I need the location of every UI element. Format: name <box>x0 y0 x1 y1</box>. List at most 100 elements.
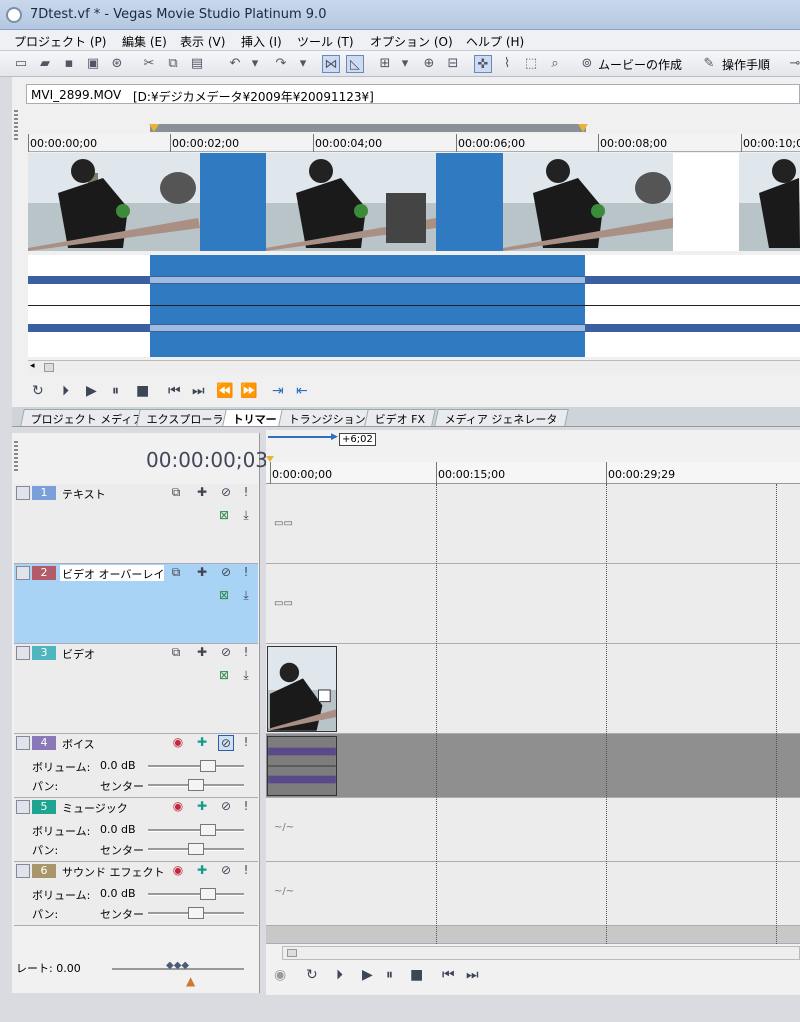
solo-icon[interactable]: ! <box>238 485 254 499</box>
timeline-track-row[interactable] <box>266 644 800 734</box>
tab-explorer[interactable]: エクスプローラ <box>136 409 235 426</box>
redo-dropdown-icon[interactable]: ▾ <box>294 55 312 73</box>
trimmer-video-strip[interactable] <box>28 153 800 251</box>
scroll-thumb[interactable] <box>44 363 54 372</box>
volume-slider-knob[interactable] <box>200 888 216 900</box>
properties-icon[interactable]: ⊛ <box>108 55 126 73</box>
snap-icon[interactable]: ⋈ <box>322 55 340 73</box>
composite-mode-icon[interactable]: ⊠ <box>216 588 232 602</box>
ignore-grouping-icon[interactable]: ⊟ <box>444 55 462 73</box>
track-collapse-icon[interactable] <box>16 486 30 500</box>
mute-icon[interactable]: ⊘ <box>218 645 234 659</box>
solo-icon[interactable]: ! <box>238 863 254 877</box>
undo-icon[interactable]: ↶ <box>226 55 244 73</box>
pause-icon[interactable]: ⏸ <box>112 383 119 399</box>
scroll-thumb[interactable] <box>287 949 297 957</box>
paste-icon[interactable]: ▤ <box>188 55 206 73</box>
loop-start-marker[interactable] <box>149 124 159 132</box>
rate-slider[interactable]: ◆◆◆ ▲ <box>112 960 244 988</box>
make-movie-button[interactable]: ムービーの作成 <box>598 56 682 73</box>
solo-icon[interactable]: ! <box>238 735 254 749</box>
track-header[interactable]: 5 ミュージック ◉ ✚ ⊘ ! ボリューム: 0.0 dB パン: センター <box>14 798 258 862</box>
more-tools-icon[interactable]: ⊸ <box>786 55 800 73</box>
timeline-horizontal-scrollbar[interactable] <box>282 946 800 960</box>
undo-dropdown-icon[interactable]: ▾ <box>246 55 264 73</box>
mute-icon[interactable]: ⊘ <box>218 863 234 877</box>
save-as-icon[interactable]: ▣ <box>84 55 102 73</box>
track-header[interactable]: 2 ビデオ オーバーレイ ⧉ ✚ ⊘ ! ⊠ ⤓ <box>14 564 258 644</box>
trimmer-loop-region-bar[interactable] <box>150 124 586 132</box>
timeline-track-row[interactable]: ~/~ <box>266 798 800 862</box>
video-clip-event[interactable] <box>267 646 337 732</box>
make-compositing-child-icon[interactable]: ⤓ <box>238 588 254 603</box>
ripple-dropdown-icon[interactable]: ▾ <box>396 55 414 73</box>
play-icon[interactable]: ▶ <box>362 967 373 983</box>
go-to-start-icon[interactable]: ⏮ <box>168 383 181 399</box>
mute-icon[interactable]: ⊘ <box>218 485 234 499</box>
envelope-tool-icon[interactable]: ⌇ <box>498 55 516 73</box>
track-fx-icon[interactable]: ✚ <box>194 565 210 579</box>
tab-project-media[interactable]: プロジェクト メディア <box>20 409 155 426</box>
pause-icon[interactable]: ⏸ <box>386 967 393 983</box>
composite-mode-icon[interactable]: ⊠ <box>216 668 232 682</box>
menu-tools[interactable]: ツール (T) <box>297 33 354 50</box>
ripple-edit-icon[interactable]: ⊞ <box>376 55 394 73</box>
track-header[interactable]: 6 サウンド エフェクト ◉ ✚ ⊘ ! ボリューム: 0.0 dB パン: セ… <box>14 862 258 926</box>
timeline-track-row[interactable]: ~/~ <box>266 862 800 926</box>
track-motion-icon[interactable]: ⧉ <box>168 645 184 660</box>
normal-edit-tool-icon[interactable]: ✜ <box>474 55 492 73</box>
volume-slider[interactable] <box>148 888 244 900</box>
save-icon[interactable]: ▪ <box>60 55 78 73</box>
volume-slider[interactable] <box>148 760 244 772</box>
record-arm-icon[interactable]: ◉ <box>170 863 186 877</box>
track-name[interactable]: ビデオ <box>60 645 164 661</box>
go-to-end-icon[interactable]: ⏭ <box>192 383 205 399</box>
guide-icon[interactable]: ✎ <box>700 55 718 73</box>
loop-playback-icon[interactable]: ↻ <box>32 383 44 399</box>
stop-icon[interactable]: ■ <box>410 967 423 983</box>
menu-options[interactable]: オプション (O) <box>370 33 453 50</box>
selection-tool-icon[interactable]: ⬚ <box>522 55 540 73</box>
volume-slider-knob[interactable] <box>200 824 216 836</box>
timeline-track-row[interactable]: ▭▭ <box>266 564 800 644</box>
solo-icon[interactable]: ! <box>238 645 254 659</box>
track-collapse-icon[interactable] <box>16 646 30 660</box>
track-header[interactable]: 1 テキスト ⧉ ✚ ⊘ ! ⊠ ⤓ <box>14 484 258 564</box>
add-to-timeline-end-icon[interactable]: ⇤ <box>296 383 308 399</box>
play-icon[interactable]: ▶ <box>86 383 97 399</box>
timeline-track-row[interactable] <box>266 734 800 798</box>
pan-slider-knob[interactable] <box>188 907 204 919</box>
mute-icon[interactable]: ⊘ <box>218 799 234 813</box>
menu-project[interactable]: プロジェクト (P) <box>14 33 106 50</box>
track-fx-icon[interactable]: ✚ <box>194 485 210 499</box>
tab-media-generators[interactable]: メディア ジェネレータ <box>434 409 569 426</box>
cut-icon[interactable]: ✂ <box>140 55 158 73</box>
pan-slider[interactable] <box>148 907 244 919</box>
menu-insert[interactable]: 挿入 (I) <box>241 33 282 50</box>
track-fx-icon[interactable]: ✚ <box>194 863 210 877</box>
track-name[interactable]: サウンド エフェクト <box>60 863 165 879</box>
mute-icon[interactable]: ⊘ <box>218 565 234 579</box>
zoom-tool-icon[interactable]: ⌕ <box>546 55 564 73</box>
open-folder-icon[interactable]: ▰ <box>36 55 54 73</box>
pan-slider[interactable] <box>148 779 244 791</box>
solo-icon[interactable]: ! <box>238 799 254 813</box>
pan-slider-knob[interactable] <box>188 779 204 791</box>
record-arm-icon[interactable]: ◉ <box>170 735 186 749</box>
lock-envelopes-icon[interactable]: ⊕ <box>420 55 438 73</box>
volume-slider[interactable] <box>148 824 244 836</box>
loop-playback-icon[interactable]: ↻ <box>306 967 318 983</box>
track-fx-icon[interactable]: ✚ <box>194 735 210 749</box>
track-motion-icon[interactable]: ⧉ <box>168 485 184 500</box>
add-to-timeline-start-icon[interactable]: ⇥ <box>272 383 284 399</box>
dock-grip[interactable] <box>14 110 18 142</box>
mute-icon[interactable]: ⊘ <box>218 735 234 751</box>
track-fx-icon[interactable]: ✚ <box>194 645 210 659</box>
track-collapse-icon[interactable] <box>16 566 30 580</box>
make-compositing-child-icon[interactable]: ⤓ <box>238 508 254 523</box>
track-name[interactable]: ミュージック <box>60 799 164 815</box>
copy-icon[interactable]: ⧉ <box>164 55 182 73</box>
rewind-icon[interactable]: ⏪ <box>216 383 233 399</box>
loop-end-marker[interactable] <box>578 124 588 132</box>
composite-mode-icon[interactable]: ⊠ <box>216 508 232 522</box>
